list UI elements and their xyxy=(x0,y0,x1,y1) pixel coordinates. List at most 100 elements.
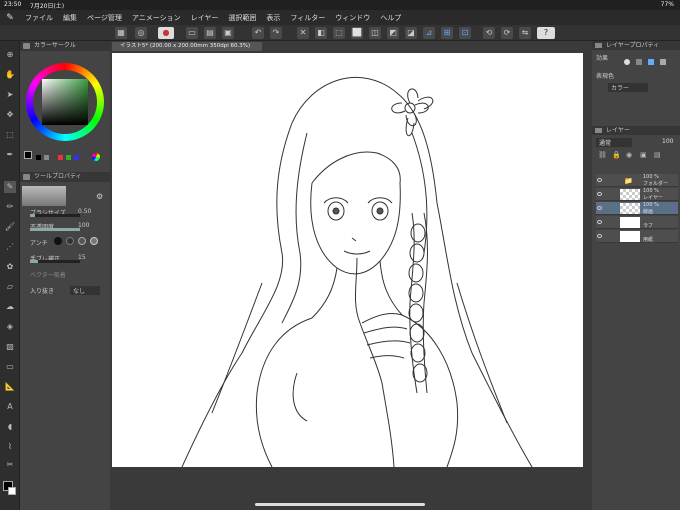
eraser-tool-icon[interactable]: ▱ xyxy=(4,281,16,293)
layer-row-paper[interactable]: 用紙 xyxy=(596,230,678,243)
color-circle-header[interactable]: カラーサークル xyxy=(20,41,110,51)
help-icon[interactable]: ? xyxy=(537,27,555,39)
fill-tool-icon[interactable]: ◈ xyxy=(4,321,16,333)
app-logo-icon[interactable]: ✎ xyxy=(0,13,20,23)
selection-tool-icon[interactable]: ⬚ xyxy=(4,129,16,141)
clear-icon[interactable]: ✕ xyxy=(297,27,309,39)
ruler-tool-icon[interactable]: 📐 xyxy=(4,381,16,393)
opacity-slider[interactable] xyxy=(30,228,80,231)
menu-help[interactable]: ヘルプ xyxy=(375,13,406,23)
layer-row-rough[interactable]: ラフ xyxy=(596,216,678,229)
document-tab[interactable]: イラスト5* (200.00 x 200.00mm 350dpi 60.3%) xyxy=(112,42,262,51)
menu-window[interactable]: ウィンドウ xyxy=(330,13,375,23)
undo-icon[interactable]: ↶ xyxy=(252,27,264,39)
color-wheel[interactable] xyxy=(26,63,104,141)
rotate-left-icon[interactable]: ⟲ xyxy=(483,27,495,39)
drawing-canvas[interactable] xyxy=(112,53,583,467)
gradient-tool-icon[interactable]: ▧ xyxy=(4,341,16,353)
vector-snap-row[interactable]: ベクター吸着 xyxy=(20,270,110,280)
pen-tool-icon[interactable]: ✎ xyxy=(4,181,16,193)
brush-size-slider[interactable] xyxy=(30,214,80,217)
layer-row-layer[interactable]: 100 % レイヤー xyxy=(596,188,678,201)
line-correction-tool-icon[interactable]: ⌇ xyxy=(4,441,16,453)
rotate-right-icon[interactable]: ⟳ xyxy=(501,27,513,39)
antialias-none-icon[interactable] xyxy=(54,237,62,245)
correction-tool-icon[interactable]: ✂ xyxy=(4,459,16,471)
palette-icon[interactable]: ▤ xyxy=(654,151,661,159)
airbrush-tool-icon[interactable]: ⋰ xyxy=(4,241,16,253)
invert-selection-icon[interactable]: ◩ xyxy=(387,27,399,39)
decoration-tool-icon[interactable]: ✿ xyxy=(4,261,16,273)
redo-icon[interactable]: ↷ xyxy=(270,27,282,39)
tool-property-header[interactable]: ツールプロパティ xyxy=(20,172,110,182)
save-icon[interactable]: ▣ xyxy=(222,27,234,39)
effect-icon-2[interactable] xyxy=(636,59,642,65)
swatch-black[interactable] xyxy=(36,155,41,160)
blend-tool-icon[interactable]: ☁ xyxy=(4,301,16,313)
menu-edit[interactable]: 編集 xyxy=(58,13,82,23)
zoom-tool-icon[interactable]: ⊕ xyxy=(4,49,16,61)
text-tool-icon[interactable]: A xyxy=(4,401,16,413)
new-file-icon[interactable]: ▭ xyxy=(186,27,198,39)
menu-selection[interactable]: 選択範囲 xyxy=(223,13,261,23)
effect-icon-3[interactable] xyxy=(648,59,654,65)
layer-row-folder[interactable]: 📁 100 % フォルダー xyxy=(596,174,678,187)
lock-icon[interactable]: 🔒 xyxy=(612,151,621,159)
swatch-gray[interactable] xyxy=(44,155,49,160)
antialias-row[interactable]: アンチ xyxy=(20,237,110,248)
transform-icon[interactable]: ⬚ xyxy=(333,27,345,39)
visibility-eye-icon[interactable] xyxy=(597,178,602,182)
brush-tool-icon[interactable]: 🖌 xyxy=(4,221,16,233)
clip-icon[interactable]: ⛓ xyxy=(598,151,607,159)
effect-icon-1[interactable] xyxy=(624,59,630,65)
saturation-square[interactable] xyxy=(42,79,88,125)
flip-icon[interactable]: ⇋ xyxy=(519,27,531,39)
grid-icon[interactable]: ▦ xyxy=(115,27,127,39)
menu-file[interactable]: ファイル xyxy=(20,13,58,23)
record-icon[interactable]: ● xyxy=(158,27,174,39)
menu-layer[interactable]: レイヤー xyxy=(186,13,224,23)
pencil-tool-icon[interactable]: ✏ xyxy=(4,201,16,213)
antialias-strong-icon[interactable] xyxy=(90,237,98,245)
blend-mode-select[interactable]: 通常 xyxy=(596,138,632,147)
visibility-eye-icon[interactable] xyxy=(597,206,602,210)
stabilization-slider[interactable] xyxy=(30,260,80,263)
color-mode-icon[interactable] xyxy=(92,153,100,161)
visibility-eye-icon[interactable] xyxy=(597,234,602,238)
deselect-icon[interactable]: ◫ xyxy=(369,27,381,39)
expression-select[interactable]: カラー xyxy=(608,83,648,92)
select-more-icon[interactable]: ◪ xyxy=(405,27,417,39)
layer-row-lineart[interactable]: 100 % 線画 xyxy=(596,202,678,215)
brush-size-row[interactable]: ブラシサイズ 0.50 xyxy=(20,208,110,218)
quick-access-icon[interactable]: ◎ xyxy=(135,27,147,39)
effect-icon-4[interactable] xyxy=(660,59,666,65)
move-layer-tool-icon[interactable]: ✥ xyxy=(4,109,16,121)
reference-icon[interactable]: ◉ xyxy=(626,151,632,159)
figure-tool-icon[interactable]: ▭ xyxy=(4,361,16,373)
mask-icon[interactable]: ▣ xyxy=(640,151,647,159)
layer-panel-header[interactable]: レイヤー xyxy=(592,126,680,135)
visibility-eye-icon[interactable] xyxy=(597,220,602,224)
current-color-swatch[interactable] xyxy=(24,151,32,159)
sub-color-swatch[interactable] xyxy=(8,487,16,495)
snap-ruler-icon[interactable]: ⊿ xyxy=(423,27,435,39)
layer-opacity-value[interactable]: 100 xyxy=(662,138,673,145)
layer-property-header[interactable]: レイヤープロパティ xyxy=(592,41,680,50)
swatch-red[interactable] xyxy=(58,155,63,160)
home-indicator[interactable] xyxy=(255,503,425,506)
move-tool-icon[interactable]: ✋ xyxy=(4,69,16,81)
operation-tool-icon[interactable]: ➤ xyxy=(4,89,16,101)
snap-grid-icon[interactable]: ⊞ xyxy=(441,27,453,39)
swatch-green[interactable] xyxy=(66,155,71,160)
menu-filter[interactable]: フィルター xyxy=(285,13,330,23)
visibility-eye-icon[interactable] xyxy=(597,192,602,196)
balloon-tool-icon[interactable]: ◖ xyxy=(4,421,16,433)
menu-animation[interactable]: アニメーション xyxy=(127,13,186,23)
snap-special-icon[interactable]: ⊡ xyxy=(459,27,471,39)
antialias-weak-icon[interactable] xyxy=(66,237,74,245)
open-file-icon[interactable]: ▤ xyxy=(204,27,216,39)
antialias-medium-icon[interactable] xyxy=(78,237,86,245)
menu-view[interactable]: 表示 xyxy=(261,13,285,23)
taper-row[interactable]: 入り抜き なし xyxy=(20,286,110,296)
menu-page[interactable]: ページ管理 xyxy=(82,13,127,23)
